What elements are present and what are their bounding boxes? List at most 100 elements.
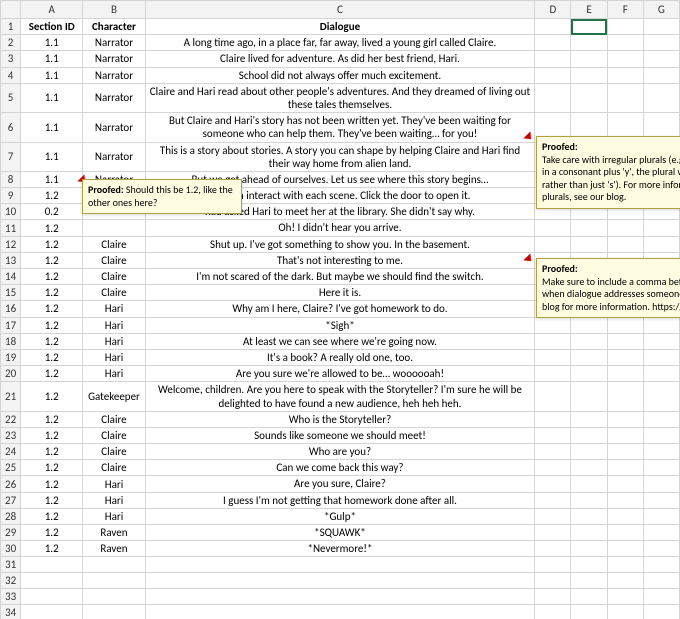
cell[interactable]: Hari bbox=[83, 366, 145, 382]
col-header-A[interactable]: A bbox=[21, 1, 83, 19]
cell[interactable]: 1.2 bbox=[21, 236, 83, 252]
cell[interactable]: 1.2 bbox=[21, 525, 83, 541]
cell[interactable] bbox=[607, 349, 643, 365]
cell[interactable] bbox=[535, 573, 571, 589]
cell[interactable]: But Claire and Hari's story has not been… bbox=[145, 113, 535, 142]
cell[interactable] bbox=[21, 573, 83, 589]
cell[interactable] bbox=[607, 492, 643, 508]
cell[interactable] bbox=[643, 317, 679, 333]
cell[interactable] bbox=[535, 236, 571, 252]
cell[interactable] bbox=[571, 333, 607, 349]
cell[interactable]: Who are you? bbox=[145, 444, 535, 460]
cell[interactable] bbox=[643, 349, 679, 365]
row-header[interactable]: 22 bbox=[1, 411, 21, 427]
cell[interactable]: That's not interesting to me. bbox=[145, 252, 535, 268]
cell[interactable]: At least we can see where we're going no… bbox=[145, 333, 535, 349]
cell[interactable] bbox=[607, 51, 643, 67]
row-header[interactable]: 17 bbox=[1, 317, 21, 333]
cell[interactable] bbox=[571, 557, 607, 573]
cell[interactable] bbox=[607, 67, 643, 83]
cell[interactable] bbox=[145, 589, 535, 605]
cell[interactable]: I'm not scared of the dark. But maybe we… bbox=[145, 269, 535, 285]
row-header[interactable]: 15 bbox=[1, 285, 21, 301]
cell[interactable]: Are you sure we're allowed to be… wooooo… bbox=[145, 366, 535, 382]
cell[interactable] bbox=[571, 317, 607, 333]
cell[interactable]: Narrator bbox=[83, 51, 145, 67]
cell[interactable] bbox=[607, 557, 643, 573]
cell[interactable] bbox=[607, 476, 643, 492]
row-header[interactable]: 10 bbox=[1, 204, 21, 220]
cell[interactable]: 1.2 bbox=[21, 460, 83, 476]
cell[interactable]: Claire bbox=[83, 411, 145, 427]
cell[interactable] bbox=[535, 51, 571, 67]
cell[interactable] bbox=[643, 382, 679, 411]
cell[interactable]: Claire lived for adventure. As did her b… bbox=[145, 51, 535, 67]
col-header-B[interactable]: B bbox=[83, 1, 145, 19]
row-header[interactable]: 26 bbox=[1, 476, 21, 492]
row-header[interactable]: 34 bbox=[1, 605, 21, 619]
cell[interactable] bbox=[643, 35, 679, 51]
cell[interactable] bbox=[535, 492, 571, 508]
cell[interactable]: Narrator bbox=[83, 83, 145, 112]
col-header-D[interactable]: D bbox=[535, 1, 571, 19]
cell[interactable] bbox=[643, 508, 679, 524]
cell[interactable]: Here it is. bbox=[145, 285, 535, 301]
cell[interactable] bbox=[607, 444, 643, 460]
cell[interactable] bbox=[571, 411, 607, 427]
cell[interactable]: 1.1 bbox=[21, 35, 83, 51]
cell[interactable] bbox=[607, 460, 643, 476]
cell[interactable] bbox=[83, 557, 145, 573]
cell[interactable]: Claire and Hari read about other people'… bbox=[145, 83, 535, 112]
cell[interactable] bbox=[607, 525, 643, 541]
cell[interactable] bbox=[535, 541, 571, 557]
cell[interactable] bbox=[643, 236, 679, 252]
cell[interactable] bbox=[535, 525, 571, 541]
row-header[interactable]: 31 bbox=[1, 557, 21, 573]
cell[interactable] bbox=[83, 605, 145, 619]
cell[interactable] bbox=[643, 444, 679, 460]
cell[interactable] bbox=[607, 382, 643, 411]
cell[interactable] bbox=[571, 589, 607, 605]
cell[interactable] bbox=[643, 573, 679, 589]
cell[interactable] bbox=[571, 492, 607, 508]
cell[interactable] bbox=[643, 220, 679, 236]
cell[interactable] bbox=[571, 427, 607, 443]
cell[interactable] bbox=[643, 427, 679, 443]
cell[interactable]: Who is the Storyteller? bbox=[145, 411, 535, 427]
row-header[interactable]: 18 bbox=[1, 333, 21, 349]
cell[interactable]: 1.2 bbox=[21, 476, 83, 492]
cell[interactable]: Raven bbox=[83, 525, 145, 541]
cell[interactable]: 1.2 bbox=[21, 188, 83, 204]
cell[interactable]: Hari bbox=[83, 508, 145, 524]
col-header-C[interactable]: C bbox=[145, 1, 535, 19]
cell[interactable]: Are you sure, Claire? bbox=[145, 476, 535, 492]
cell[interactable] bbox=[571, 525, 607, 541]
cell[interactable]: 1.1 bbox=[21, 113, 83, 142]
cell[interactable] bbox=[643, 411, 679, 427]
cell[interactable] bbox=[535, 476, 571, 492]
cell[interactable] bbox=[535, 460, 571, 476]
cell[interactable]: 1.2 bbox=[21, 411, 83, 427]
cell[interactable] bbox=[607, 508, 643, 524]
cell[interactable] bbox=[607, 35, 643, 51]
cell[interactable]: Narrator bbox=[83, 142, 145, 171]
comment-note[interactable]: Proofed: Should this be 1.2, like the ot… bbox=[82, 179, 242, 214]
cell[interactable] bbox=[535, 366, 571, 382]
cell[interactable]: 1.2 bbox=[21, 382, 83, 411]
cell[interactable] bbox=[643, 492, 679, 508]
cell[interactable]: *SQUAWK* bbox=[145, 525, 535, 541]
cell[interactable] bbox=[21, 557, 83, 573]
cell[interactable]: Claire bbox=[83, 236, 145, 252]
row-header[interactable]: 4 bbox=[1, 67, 21, 83]
cell[interactable] bbox=[535, 35, 571, 51]
cell[interactable]: 1.2 bbox=[21, 220, 83, 236]
cell[interactable]: *Gulp* bbox=[145, 508, 535, 524]
col-header-G[interactable]: G bbox=[643, 1, 679, 19]
cell[interactable] bbox=[571, 83, 607, 112]
cell[interactable]: Claire bbox=[83, 285, 145, 301]
cell[interactable] bbox=[607, 220, 643, 236]
row-header[interactable]: 3 bbox=[1, 51, 21, 67]
cell[interactable]: Welcome, children. Are you here to speak… bbox=[145, 382, 535, 411]
cell[interactable] bbox=[607, 605, 643, 619]
row-header[interactable]: 8 bbox=[1, 171, 21, 187]
